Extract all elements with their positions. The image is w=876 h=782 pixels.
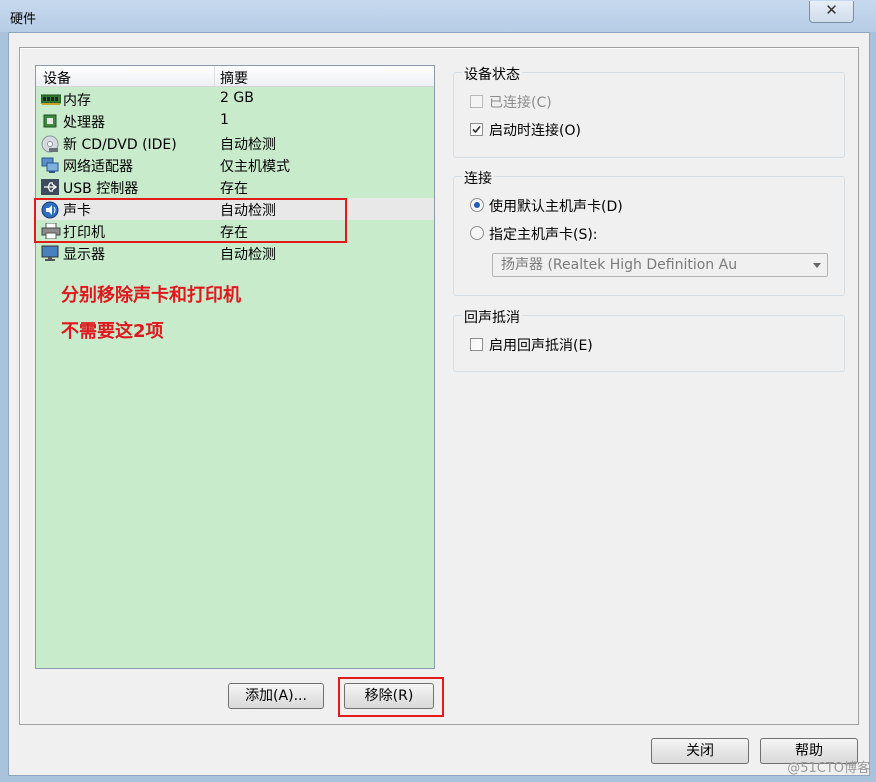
device-summary: 1 xyxy=(220,112,229,128)
title-bar: 硬件 ✕ xyxy=(0,0,876,32)
connection-title: 连接 xyxy=(462,168,494,188)
device-name: 网络适配器 xyxy=(63,159,133,175)
enable-echo-cancel-checkbox[interactable] xyxy=(470,338,483,351)
device-row-processor[interactable]: 处理器 1 xyxy=(36,110,434,132)
device-name: 新 CD/DVD (IDE) xyxy=(63,137,177,153)
device-name: 显示器 xyxy=(63,247,105,263)
highlight-box-sound-printer xyxy=(34,198,347,243)
device-summary: 自动检测 xyxy=(220,137,276,153)
enable-echo-cancel-label: 启用回声抵消(E) xyxy=(489,338,593,354)
echo-cancel-group: 回声抵消 启用回声抵消(E) xyxy=(453,307,845,372)
use-default-sound-card-radio[interactable] xyxy=(470,198,484,212)
device-summary: 自动检测 xyxy=(220,247,276,263)
annotation-line-1: 分别移除声卡和打印机 xyxy=(61,285,241,306)
use-default-sound-card-label: 使用默认主机声卡(D) xyxy=(489,199,623,215)
display-icon xyxy=(41,245,59,261)
add-button[interactable]: 添加(A)... xyxy=(228,683,324,709)
connect-at-power-on-checkbox[interactable] xyxy=(470,123,483,136)
device-name: 处理器 xyxy=(63,115,105,131)
hardware-panel: 设备 摘要 内存 2 GB 处理器 1 新 CD/DVD (IDE) 自动检测 … xyxy=(19,47,859,725)
device-row-usb-controller[interactable]: USB 控制器 存在 xyxy=(36,176,434,198)
device-row-display[interactable]: 显示器 自动检测 xyxy=(36,242,434,264)
chevron-down-icon xyxy=(813,263,821,268)
sound-card-select-value: 扬声器 (Realtek High Definition Au xyxy=(501,257,738,273)
remove-button[interactable]: 移除(R) xyxy=(344,683,434,709)
network-adapter-icon xyxy=(41,157,59,173)
processor-icon xyxy=(41,113,59,129)
memory-icon xyxy=(40,91,62,107)
device-summary: 仅主机模式 xyxy=(220,159,290,175)
device-row-cd-dvd[interactable]: 新 CD/DVD (IDE) 自动检测 xyxy=(36,132,434,154)
close-button[interactable]: 关闭 xyxy=(651,738,749,764)
device-name: 内存 xyxy=(63,93,91,109)
watermark: @51CTO博客 xyxy=(787,761,870,776)
sound-card-select[interactable]: 扬声器 (Realtek High Definition Au xyxy=(492,253,828,277)
device-list[interactable]: 设备 摘要 内存 2 GB 处理器 1 新 CD/DVD (IDE) 自动检测 … xyxy=(35,65,435,669)
radio-selected-dot xyxy=(474,202,480,208)
dialog-client: 设备 摘要 内存 2 GB 处理器 1 新 CD/DVD (IDE) 自动检测 … xyxy=(8,32,870,776)
column-header-summary[interactable]: 摘要 xyxy=(220,68,248,88)
device-name: USB 控制器 xyxy=(63,181,139,197)
echo-cancel-title: 回声抵消 xyxy=(462,307,522,327)
cd-dvd-icon xyxy=(41,135,59,153)
annotation-line-2: 不需要这2项 xyxy=(61,321,164,342)
connect-at-power-on-label: 启动时连接(O) xyxy=(489,123,581,139)
specify-sound-card-label: 指定主机声卡(S): xyxy=(489,227,598,243)
connected-label: 已连接(C) xyxy=(489,95,552,111)
device-summary: 存在 xyxy=(220,181,248,197)
close-window-button[interactable]: ✕ xyxy=(809,1,854,23)
column-header-device[interactable]: 设备 xyxy=(43,68,71,88)
device-summary: 2 GB xyxy=(220,90,254,106)
connected-checkbox[interactable] xyxy=(470,95,483,108)
device-row-network-adapter[interactable]: 网络适配器 仅主机模式 xyxy=(36,154,434,176)
connection-group: 连接 使用默认主机声卡(D) 指定主机声卡(S): 扬声器 (Realtek H… xyxy=(453,168,845,296)
device-row-memory[interactable]: 内存 2 GB xyxy=(36,88,434,110)
list-header: 设备 摘要 xyxy=(36,66,434,87)
device-status-group: 设备状态 已连接(C) 启动时连接(O) xyxy=(453,64,845,158)
usb-icon xyxy=(41,179,59,195)
device-status-title: 设备状态 xyxy=(462,64,522,84)
checkmark-icon xyxy=(472,125,481,134)
column-separator[interactable] xyxy=(214,66,215,86)
window-title: 硬件 xyxy=(10,12,37,27)
specify-sound-card-radio[interactable] xyxy=(470,226,484,240)
